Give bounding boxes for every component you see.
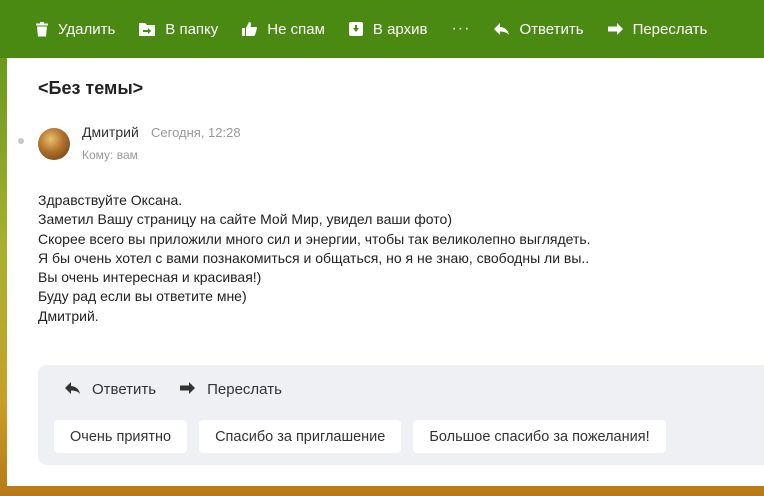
not-spam-label: Не спам <box>267 20 325 38</box>
message-subject: <Без темы> <box>38 78 144 98</box>
reply-arrow-icon <box>65 381 80 398</box>
body-line: Буду рад если вы ответите мне) <box>38 288 247 305</box>
body-line: Я бы очень хотел с вами познакомиться и … <box>38 249 590 266</box>
archive-icon <box>348 22 363 36</box>
forward-label: Переслать <box>632 20 708 38</box>
reply-actions: Ответить Переслать <box>65 381 282 398</box>
body-line: Скорее всего вы приложили много сил и эн… <box>38 230 591 247</box>
body-line: Дмитрий. <box>38 307 99 324</box>
archive-button[interactable]: В архив <box>348 20 428 38</box>
body-line: Здравствуйте Оксана. <box>38 192 183 208</box>
quick-reply-list: Очень приятно Спасибо за приглашение Бол… <box>54 420 666 453</box>
forward-action-label: Переслать <box>207 381 282 398</box>
archive-label: В архив <box>372 20 428 38</box>
folder-move-icon <box>139 22 156 36</box>
more-button[interactable]: ··· <box>451 20 470 38</box>
mail-window: Удалить В папку Не спам В архив ··· Отве <box>0 0 764 496</box>
reply-button[interactable]: Ответить <box>494 20 584 38</box>
reply-arrow-icon <box>494 23 510 35</box>
read-status-dot[interactable] <box>18 138 24 144</box>
forward-arrow-icon <box>607 23 623 35</box>
thumbs-up-icon <box>242 22 258 36</box>
move-to-folder-button[interactable]: В папку <box>139 21 218 38</box>
quick-reply-box: Ответить Переслать Очень приятно Спасибо… <box>38 365 764 465</box>
sender-name[interactable]: Дмитрий <box>82 124 139 140</box>
message-date: Сегодня, 12:28 <box>151 125 241 140</box>
quick-reply-chip[interactable]: Спасибо за приглашение <box>199 420 402 453</box>
reply-action-button[interactable]: Ответить <box>65 381 156 398</box>
quick-reply-chip[interactable]: Очень приятно <box>54 420 188 453</box>
not-spam-button[interactable]: Не спам <box>242 21 325 38</box>
quick-reply-chip[interactable]: Большое спасибо за пожелания! <box>413 420 666 453</box>
forward-button[interactable]: Переслать <box>607 20 708 38</box>
reply-action-label: Ответить <box>92 381 157 398</box>
message-body: Здравствуйте Оксана. Заметил Вашу страни… <box>38 191 738 326</box>
move-to-folder-label: В папку <box>165 20 219 38</box>
body-line: Вы очень интересная и красивая!) <box>38 269 262 286</box>
delete-label: Удалить <box>58 20 116 38</box>
message-panel: <Без темы> Дмитрий Сегодня, 12:28 Кому: … <box>7 58 764 486</box>
reply-label: Ответить <box>519 20 584 38</box>
body-line: Заметил Вашу страницу на сайте Мой Мир, … <box>38 211 452 228</box>
recipient-line: Кому: вам <box>82 148 138 162</box>
sender-avatar[interactable] <box>38 128 70 160</box>
forward-arrow-icon <box>180 381 196 398</box>
forward-action-button[interactable]: Переслать <box>180 381 282 398</box>
delete-button[interactable]: Удалить <box>36 21 115 38</box>
message-toolbar: Удалить В папку Не спам В архив ··· Отве <box>0 0 764 58</box>
trash-icon <box>36 21 48 37</box>
